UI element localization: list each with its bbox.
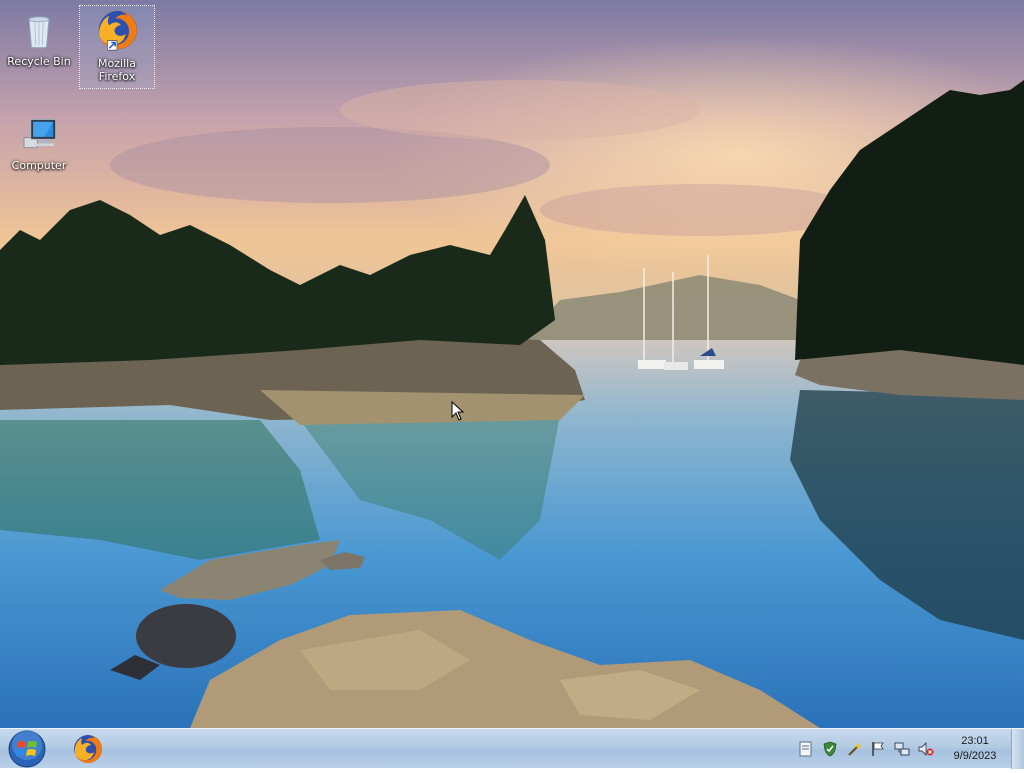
taskbar: 23:01 9/9/2023 [0, 728, 1024, 769]
action-center-icon[interactable] [798, 741, 814, 757]
firefox-desktop-shortcut[interactable]: Mozilla Firefox [79, 5, 155, 89]
system-clock[interactable]: 23:01 9/9/2023 [944, 734, 1006, 764]
notification-area [792, 729, 942, 769]
desktop[interactable]: Recycle Bin Mozilla Firefox Computer [0, 0, 1024, 728]
taskbar-firefox-button[interactable] [66, 730, 110, 768]
start-button[interactable] [3, 729, 51, 769]
windows-logo-icon [8, 730, 46, 768]
computer-label: Computer [11, 159, 67, 172]
computer-icon [23, 118, 57, 149]
mouse-cursor-icon [451, 401, 465, 421]
security-shield-icon[interactable] [822, 741, 838, 757]
firefox-icon [74, 734, 103, 763]
clock-time: 23:01 [961, 735, 989, 747]
show-desktop-button[interactable] [1011, 729, 1024, 769]
recycle-bin-icon [28, 16, 50, 49]
wallpaper-lake-landscape [0, 0, 1024, 728]
volume-muted-icon[interactable] [918, 741, 934, 757]
firefox-label: Mozilla Firefox [98, 57, 136, 83]
recycle-bin-label: Recycle Bin [7, 55, 71, 68]
network-icon[interactable] [894, 741, 910, 757]
firefox-icon [98, 10, 138, 51]
computer-desktop-icon[interactable]: Computer [2, 114, 76, 172]
recycle-bin-desktop-icon[interactable]: Recycle Bin [2, 8, 76, 68]
troubleshoot-wand-icon[interactable] [846, 741, 862, 757]
clock-date: 9/9/2023 [953, 750, 997, 762]
flag-icon[interactable] [870, 741, 886, 757]
